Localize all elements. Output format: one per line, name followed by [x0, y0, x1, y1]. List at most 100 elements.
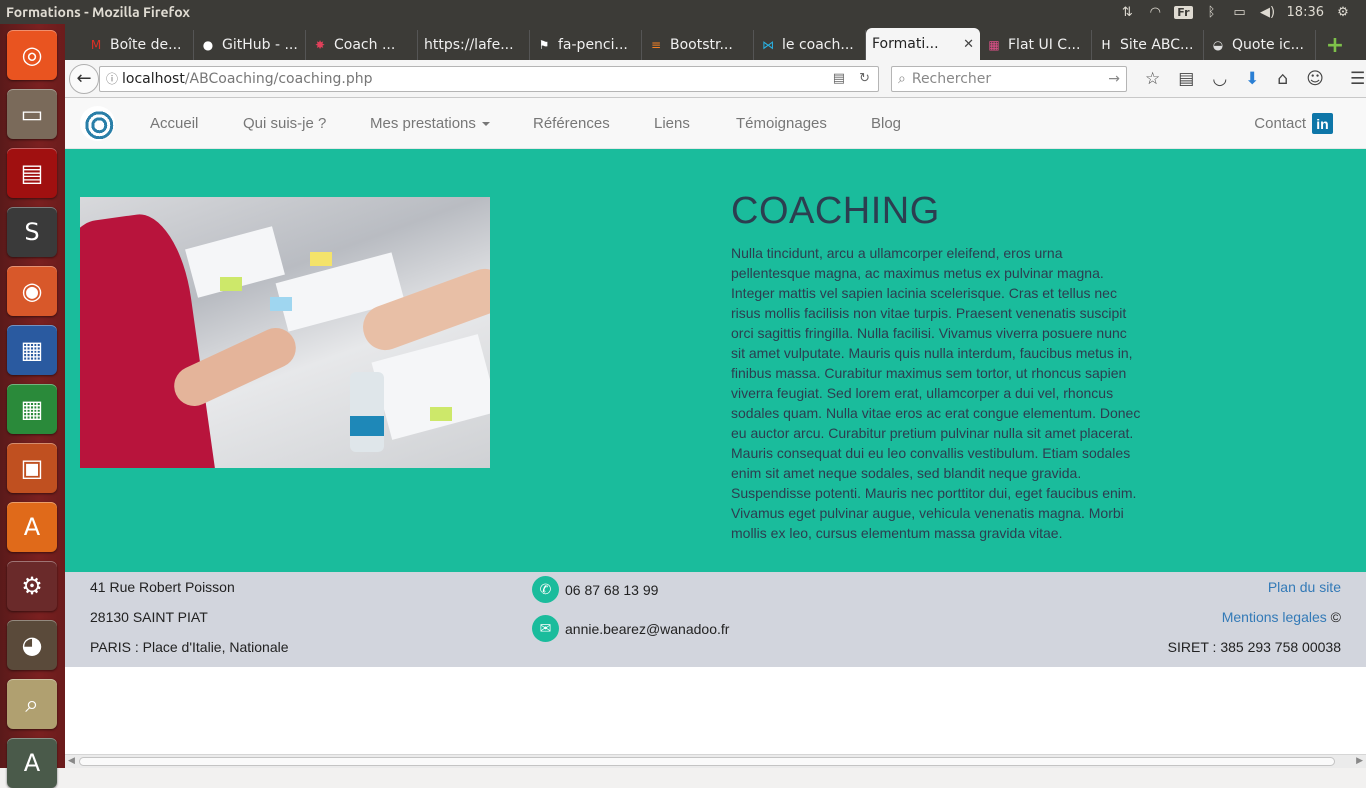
sublime-text-icon[interactable]: S: [7, 207, 57, 257]
gimp-icon[interactable]: ◕: [7, 620, 57, 670]
flag-icon: ⚑: [538, 38, 550, 52]
nav-temoignages[interactable]: Témoignages: [736, 115, 827, 132]
system-tray: ⇅ ◠ Fr ᛒ ▭ ◀) 18:36 ⚙: [1118, 4, 1366, 20]
bookmark-star-icon[interactable]: ☆: [1145, 69, 1160, 89]
info-icon[interactable]: ⓘ: [106, 70, 122, 87]
volume-icon[interactable]: ◀): [1259, 4, 1277, 20]
legal-link[interactable]: Mentions legales: [1222, 609, 1327, 625]
nav-label: Blog: [871, 115, 902, 132]
sitemap-link[interactable]: Plan du site: [1268, 579, 1341, 595]
window-title: Formations - Mozilla Firefox: [6, 4, 190, 20]
tab-strip: M Boîte de... ● GitHub - ... ✸ Coach ... https…: [65, 24, 1366, 60]
tab-label: https://lafe...: [424, 37, 514, 53]
bowtie-icon: ⋈: [762, 38, 774, 52]
phone-number: 06 87 68 13 99: [565, 581, 659, 598]
browser-tab[interactable]: ● GitHub - ...: [194, 30, 306, 60]
ubuntu-software-icon[interactable]: A: [7, 502, 57, 552]
downloads-icon[interactable]: ⬇: [1245, 69, 1259, 89]
libreoffice-calc-icon[interactable]: ▦: [7, 384, 57, 434]
reader-view-icon[interactable]: ▤: [833, 71, 845, 86]
browser-tab[interactable]: M Boîte de...: [82, 30, 194, 60]
nav-blog[interactable]: Blog: [871, 115, 901, 132]
chat-icon[interactable]: ☺: [1306, 69, 1324, 89]
power-gear-icon[interactable]: ⚙: [1334, 4, 1352, 20]
tab-label: GitHub - ...: [222, 37, 298, 53]
firefox-icon[interactable]: ◉: [7, 266, 57, 316]
update-manager-icon[interactable]: A: [7, 738, 57, 788]
browser-tab[interactable]: ⋈ le coach...: [754, 30, 866, 60]
nav-accueil[interactable]: Accueil: [150, 115, 198, 132]
browser-tab[interactable]: ▦ Flat UI C...: [980, 30, 1092, 60]
tab-label: Bootstr...: [670, 37, 733, 53]
keyboard-layout[interactable]: Fr: [1174, 5, 1193, 19]
browser-tab[interactable]: https://lafe...: [418, 30, 530, 60]
scroll-left-icon[interactable]: ◀: [68, 756, 75, 766]
tab-label: Site ABC...: [1120, 37, 1194, 53]
firefox-window: M Boîte de... ● GitHub - ... ✸ Coach ... https…: [65, 24, 1366, 768]
url-bar[interactable]: ⓘ localhost/ABCoaching/coaching.php ▤ ↻: [99, 65, 879, 92]
close-tab-icon[interactable]: ✕: [963, 37, 974, 52]
files-icon[interactable]: ▭: [7, 89, 57, 139]
quote-icon: ◒: [1212, 38, 1224, 52]
search-go-icon[interactable]: →: [1108, 71, 1126, 87]
battery-icon[interactable]: ▭: [1231, 4, 1249, 20]
url-path: /ABCoaching/coaching.php: [184, 70, 373, 87]
site-navbar: Accueil Qui suis-je ? Mes prestations Référ…: [65, 98, 1366, 149]
browser-tab[interactable]: ◒ Quote ic...: [1204, 30, 1316, 60]
network-sync-icon[interactable]: ⇅: [1118, 4, 1136, 20]
terminal-icon[interactable]: ▤: [7, 148, 57, 198]
libreoffice-writer-icon[interactable]: ▦: [7, 325, 57, 375]
menu-icon[interactable]: ☰: [1350, 69, 1365, 89]
home-icon[interactable]: ⌂: [1277, 69, 1288, 89]
wifi-icon[interactable]: ◠: [1146, 4, 1164, 20]
site-logo[interactable]: [80, 106, 115, 141]
back-button[interactable]: ←: [69, 63, 99, 94]
nav-toolbar: ← ⓘ localhost/ABCoaching/coaching.php ▤ …: [65, 60, 1366, 98]
nav-mes-prestations[interactable]: Mes prestations: [370, 115, 490, 132]
nav-label: Liens: [654, 115, 690, 132]
search-placeholder: Rechercher: [911, 70, 992, 87]
browser-tab[interactable]: ⚑ fa-penci...: [530, 30, 642, 60]
tab-label: Formati...: [872, 36, 939, 52]
tab-label: Flat UI C...: [1008, 37, 1081, 53]
new-tab-icon[interactable]: +: [1320, 30, 1350, 60]
bluetooth-icon[interactable]: ᛒ: [1203, 4, 1221, 20]
nav-liens[interactable]: Liens: [654, 115, 690, 132]
clock[interactable]: 18:36: [1287, 5, 1324, 20]
nav-contact[interactable]: Contact: [1254, 115, 1306, 132]
reload-icon[interactable]: ↻: [859, 71, 870, 86]
scroll-right-icon[interactable]: ▶: [1356, 756, 1363, 766]
tab-label: le coach...: [782, 37, 854, 53]
browser-tab[interactable]: ✸ Coach ...: [306, 30, 418, 60]
h-icon: H: [1101, 38, 1111, 52]
linkedin-icon[interactable]: in: [1312, 113, 1333, 134]
top-panel: Formations - Mozilla Firefox ⇅ ◠ Fr ᛒ ▭ …: [0, 0, 1366, 24]
phone-icon: ✆: [532, 576, 559, 603]
scrollbar-thumb[interactable]: [79, 757, 1335, 766]
search-icon: ⌕: [898, 70, 906, 87]
star-icon: ✸: [314, 38, 326, 52]
address-line-1: 41 Rue Robert Poisson: [90, 579, 235, 595]
ubuntu-dash-icon[interactable]: ◎: [7, 30, 57, 80]
nav-label: Témoignages: [736, 115, 827, 132]
search-bar[interactable]: ⌕ Rechercher →: [891, 65, 1127, 92]
url-host: localhost: [122, 70, 185, 87]
browser-tab[interactable]: ≡ Bootstr...: [642, 30, 754, 60]
nav-references[interactable]: Références: [533, 115, 610, 132]
bookmarks-list-icon[interactable]: ▤: [1178, 69, 1194, 89]
page-heading: COACHING: [731, 190, 940, 232]
pocket-icon[interactable]: ◡: [1212, 69, 1227, 89]
libreoffice-impress-icon[interactable]: ▣: [7, 443, 57, 493]
browser-tab[interactable]: Formati... ✕: [866, 28, 980, 60]
address-line-3: PARIS : Place d'Italie, Nationale: [90, 639, 289, 655]
gmail-icon: M: [90, 38, 102, 52]
browser-tab[interactable]: H Site ABC...: [1092, 30, 1204, 60]
launcher: ◎ ▭ ▤ S ◉ ▦ ▦ ▣ A ⚙ ◕ ⌕ A: [0, 24, 65, 788]
page-body-text: Nulla tincidunt, arcu a ullamcorper elei…: [731, 245, 1141, 541]
system-settings-icon[interactable]: ⚙: [7, 561, 57, 611]
nav-qui-suis-je[interactable]: Qui suis-je ?: [243, 115, 326, 132]
hero-section: COACHING Nulla tincidunt, arcu a ullamco…: [65, 149, 1366, 572]
image-viewer-icon[interactable]: ⌕: [7, 679, 57, 729]
horizontal-scrollbar[interactable]: ◀ ▶: [65, 754, 1366, 768]
tab-label: fa-penci...: [558, 37, 628, 53]
